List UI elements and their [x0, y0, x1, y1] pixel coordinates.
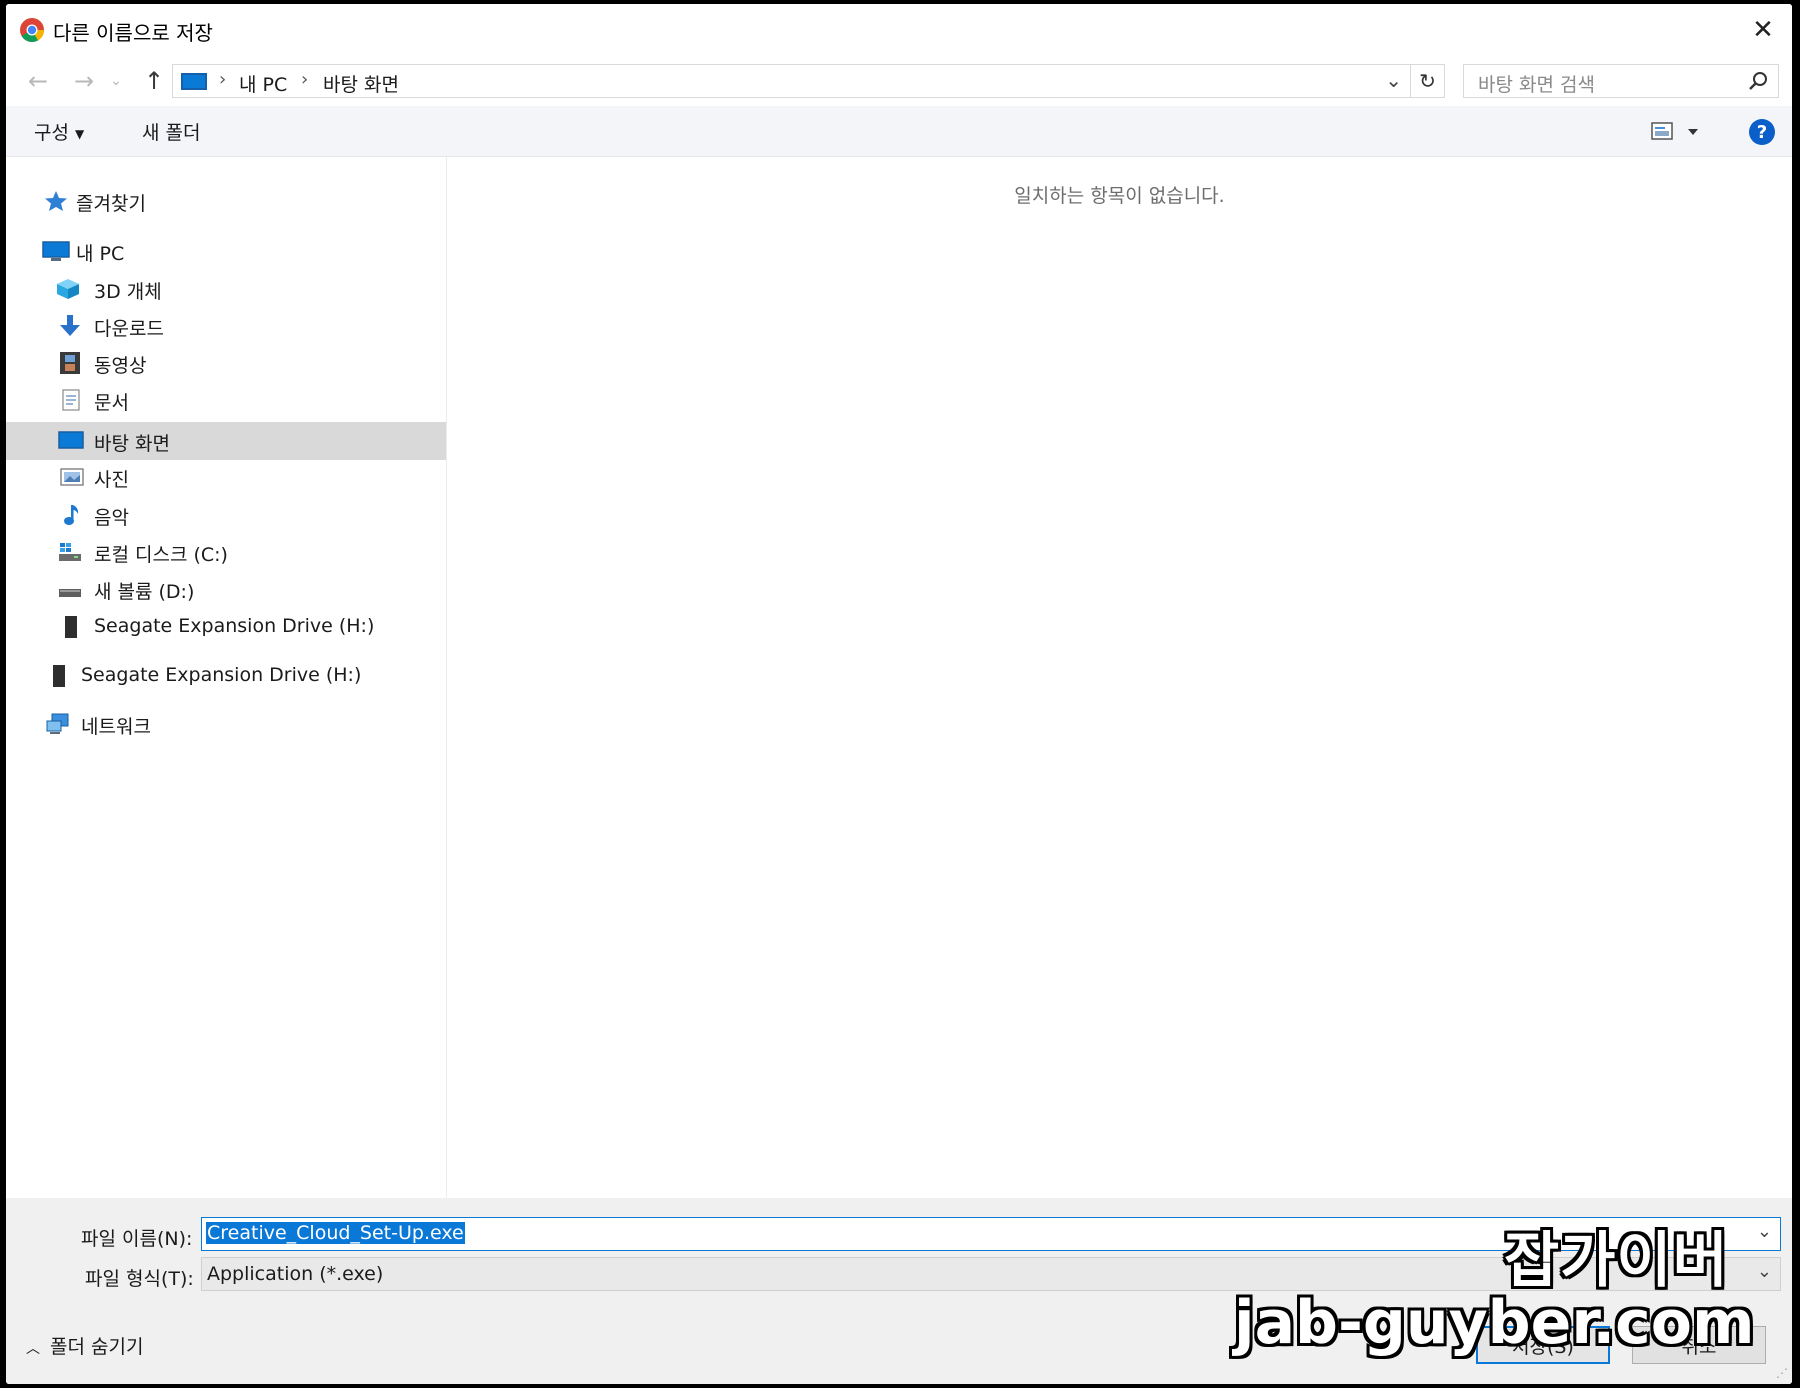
nav-label: 즐겨찾기	[76, 193, 146, 215]
hide-folders-button[interactable]: ︿ 폴더 숨기기	[26, 1332, 143, 1359]
close-icon: ✕	[1752, 15, 1774, 45]
title-bar[interactable]: 다른 이름으로 저장 ✕	[6, 4, 1792, 56]
up-button[interactable]: ↑	[138, 64, 170, 98]
empty-folder-message: 일치하는 항목이 없습니다.	[1014, 185, 1225, 207]
nav-item-3d-objects[interactable]: 3D 개체	[6, 271, 446, 307]
new-folder-button[interactable]: 새 폴더	[142, 118, 200, 145]
nav-label: 동영상	[94, 355, 147, 377]
nav-label: 음악	[94, 507, 129, 529]
chrome-icon	[20, 18, 44, 43]
help-icon: ?	[1756, 121, 1768, 143]
address-bar[interactable]: › 내 PC › 바탕 화면 ⌄	[172, 64, 1411, 98]
save-as-dialog: 다른 이름으로 저장 ✕ ← → ⌄ ↑ › 내 PC › 바탕 화면 ⌄ ↻ …	[6, 4, 1792, 1384]
document-icon	[62, 389, 80, 411]
star-icon	[45, 191, 67, 211]
breadcrumb-desktop[interactable]: 바탕 화면	[323, 70, 399, 97]
nav-item-documents[interactable]: 문서	[6, 382, 446, 418]
back-arrow-icon: ←	[27, 67, 49, 95]
up-arrow-icon: ↑	[143, 67, 165, 95]
close-button[interactable]: ✕	[1734, 4, 1792, 56]
drive-icon	[59, 589, 81, 597]
breadcrumb-this-pc[interactable]: 내 PC	[239, 70, 287, 97]
nav-item-seagate-drive-root[interactable]: Seagate Expansion Drive (H:)	[6, 658, 446, 694]
film-icon	[60, 352, 80, 374]
nav-item-videos[interactable]: 동영상	[6, 345, 446, 381]
resize-grip-icon[interactable]: ⋰	[1776, 1366, 1788, 1380]
nav-label: 내 PC	[76, 243, 125, 265]
filetype-value: Application (*.exe)	[207, 1263, 384, 1285]
pc-icon	[42, 241, 70, 261]
cube-icon	[57, 279, 79, 299]
download-icon	[60, 315, 80, 336]
chevron-up-icon: ︿	[26, 1341, 40, 1357]
recent-locations-button[interactable]: ⌄	[106, 64, 126, 98]
music-icon	[64, 505, 79, 525]
forward-button[interactable]: →	[68, 64, 100, 98]
disk-icon	[59, 543, 81, 561]
nav-label: 새 볼륨 (D:)	[94, 581, 195, 603]
nav-label: 바탕 화면	[94, 433, 170, 455]
chevron-down-icon: ⌄	[110, 73, 122, 89]
filetype-label: 파일 형식(T):	[85, 1268, 194, 1290]
window-title: 다른 이름으로 저장	[53, 21, 213, 45]
picture-icon	[60, 468, 84, 486]
address-dropdown-icon[interactable]: ⌄	[1385, 68, 1402, 92]
network-icon	[46, 713, 69, 734]
address-row: ← → ⌄ ↑ › 내 PC › 바탕 화면 ⌄ ↻ 바탕 화면 검색	[6, 56, 1792, 106]
nav-item-seagate-drive[interactable]: Seagate Expansion Drive (H:)	[6, 609, 446, 645]
watermark-title: 잡가이버	[1504, 1226, 1729, 1296]
nav-item-new-volume[interactable]: 새 볼륨 (D:)	[6, 571, 446, 607]
watermark-url: jab-guyber.com	[1234, 1288, 1755, 1358]
pc-icon	[181, 73, 207, 90]
nav-item-local-disk[interactable]: 로컬 디스크 (C:)	[6, 534, 446, 570]
organize-label: 구성	[34, 122, 69, 144]
chevron-down-icon[interactable]: ⌄	[1757, 1261, 1772, 1282]
search-input[interactable]: 바탕 화면 검색	[1463, 64, 1779, 98]
nav-label: 사진	[94, 469, 129, 491]
nav-label: 네트워크	[81, 716, 151, 738]
organize-button[interactable]: 구성 ▼	[34, 118, 84, 145]
desktop-icon	[58, 431, 84, 449]
nav-item-quick-access[interactable]: 즐겨찾기	[6, 183, 446, 219]
refresh-icon: ↻	[1419, 69, 1436, 93]
filename-value[interactable]: Creative_Cloud_Set-Up.exe	[206, 1222, 465, 1244]
nav-item-desktop[interactable]: 바탕 화면	[6, 422, 446, 460]
back-button[interactable]: ←	[22, 64, 54, 98]
forward-arrow-icon: →	[73, 67, 95, 95]
view-icon[interactable]	[1650, 120, 1710, 144]
chevron-down-icon[interactable]: ⌄	[1757, 1221, 1772, 1242]
breadcrumb-separator[interactable]: ›	[301, 69, 308, 90]
file-list-pane[interactable]: 일치하는 항목이 없습니다.	[447, 157, 1792, 1198]
screen: 다른 이름으로 저장 ✕ ← → ⌄ ↑ › 내 PC › 바탕 화면 ⌄ ↻ …	[0, 0, 1800, 1388]
hide-folders-label: 폴더 숨기기	[50, 1336, 144, 1358]
nav-label: 다운로드	[94, 318, 164, 340]
nav-label: 3D 개체	[94, 281, 162, 303]
nav-item-pictures[interactable]: 사진	[6, 459, 446, 495]
command-bar: 구성 ▼ 새 폴더 ?	[6, 106, 1792, 157]
nav-item-downloads[interactable]: 다운로드	[6, 308, 446, 344]
refresh-button[interactable]: ↻	[1411, 64, 1445, 98]
search-icon[interactable]	[1748, 71, 1768, 91]
nav-item-this-pc[interactable]: 내 PC	[6, 233, 446, 269]
drive-icon	[65, 616, 77, 638]
search-placeholder: 바탕 화면 검색	[1478, 74, 1595, 96]
nav-label: 로컬 디스크 (C:)	[94, 544, 228, 566]
drive-icon	[53, 665, 65, 687]
filename-label: 파일 이름(N):	[81, 1228, 193, 1250]
navigation-pane: 즐겨찾기 내 PC 3D 개체 다운로드 동영상 문서 바탕 화면 사진 음악 …	[6, 157, 447, 1198]
breadcrumb-separator[interactable]: ›	[219, 69, 226, 90]
nav-label: Seagate Expansion Drive (H:)	[94, 615, 375, 637]
nav-item-music[interactable]: 음악	[6, 497, 446, 533]
nav-label: Seagate Expansion Drive (H:)	[81, 664, 362, 686]
nav-item-network[interactable]: 네트워크	[6, 706, 446, 742]
nav-label: 문서	[94, 392, 129, 414]
help-button[interactable]: ?	[1749, 119, 1775, 145]
caret-down-icon: ▼	[74, 126, 85, 141]
